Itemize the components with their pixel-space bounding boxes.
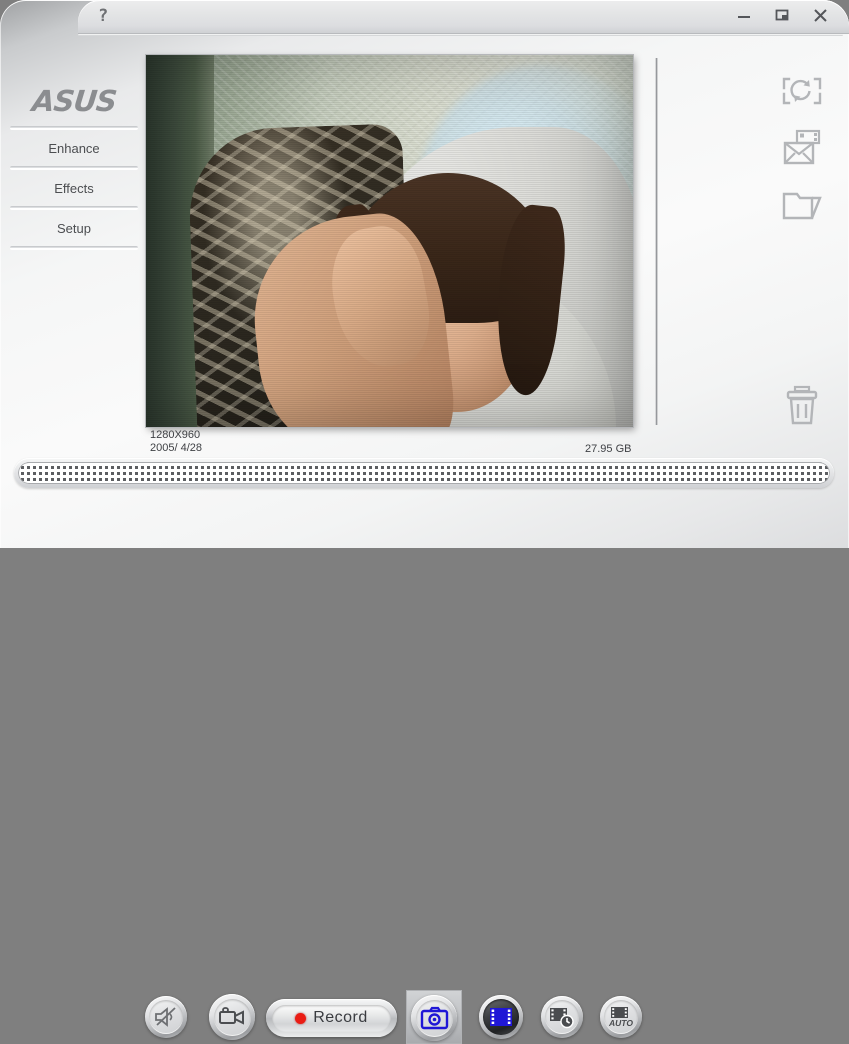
- sidebar: ASUS Enhance Effects Setup: [10, 80, 138, 250]
- speaker-mute-icon: [154, 1006, 178, 1028]
- sidebar-item-label: Effects: [54, 181, 94, 196]
- speaker-grille-bar[interactable]: [14, 458, 834, 488]
- sidebar-item-enhance[interactable]: Enhance: [10, 130, 138, 166]
- close-button[interactable]: [809, 4, 831, 26]
- timelapse-button[interactable]: [541, 996, 583, 1038]
- mute-button[interactable]: [145, 996, 187, 1038]
- desktop-background: [0, 548, 849, 576]
- folder-icon[interactable]: [770, 176, 834, 233]
- auto-text: AUTO: [608, 1018, 633, 1028]
- asus-logo: ASUS: [8, 80, 141, 126]
- title-bar-highlight: [78, 34, 843, 36]
- asus-webcam-app: ? ASUS Enhance Effe: [0, 0, 849, 576]
- grille-mesh: [18, 462, 830, 484]
- webcam-frame: [146, 55, 633, 427]
- date-label: 2005/ 4/28: [150, 442, 202, 455]
- preview-metadata: 1280X960 2005/ 4/28: [150, 429, 202, 455]
- bottom-toolbar: Record: [0, 494, 849, 552]
- email-icon[interactable]: [770, 119, 834, 176]
- disk-free-label: 27.95 GB: [585, 443, 631, 455]
- trash-icon[interactable]: [770, 380, 834, 432]
- scene-vignette: [146, 55, 633, 427]
- record-dot-icon: [295, 1013, 306, 1024]
- video-preview[interactable]: [146, 55, 633, 427]
- sidebar-item-label: Enhance: [48, 141, 99, 156]
- sidebar-item-label: Setup: [57, 221, 91, 236]
- camera-icon: [421, 1007, 448, 1029]
- minimize-button[interactable]: [733, 4, 755, 26]
- camcorder-icon: [219, 1007, 245, 1027]
- title-bar[interactable]: ?: [78, 0, 849, 34]
- divider: [10, 246, 138, 250]
- record-button-inner: Record: [272, 1005, 391, 1032]
- sidebar-item-setup[interactable]: Setup: [10, 210, 138, 246]
- film-strip-icon: [489, 1007, 513, 1027]
- record-button[interactable]: Record: [266, 999, 397, 1037]
- snapshot-button[interactable]: [411, 995, 457, 1041]
- resolution-label: 1280X960: [150, 429, 202, 442]
- film-auto-icon: AUTO: [607, 1005, 635, 1029]
- film-clock-icon: [549, 1005, 575, 1029]
- restore-button[interactable]: [771, 4, 793, 26]
- right-toolbar: [770, 62, 834, 233]
- video-source-button[interactable]: [209, 994, 255, 1040]
- record-label: Record: [313, 1009, 368, 1027]
- movie-button[interactable]: [479, 995, 523, 1039]
- sidebar-item-effects[interactable]: Effects: [10, 170, 138, 206]
- rotate-capture-icon[interactable]: [770, 62, 834, 119]
- question-mark-icon[interactable]: ?: [98, 6, 118, 26]
- panel-divider: [655, 58, 658, 425]
- auto-button[interactable]: AUTO: [600, 996, 642, 1038]
- window-controls: [733, 4, 831, 26]
